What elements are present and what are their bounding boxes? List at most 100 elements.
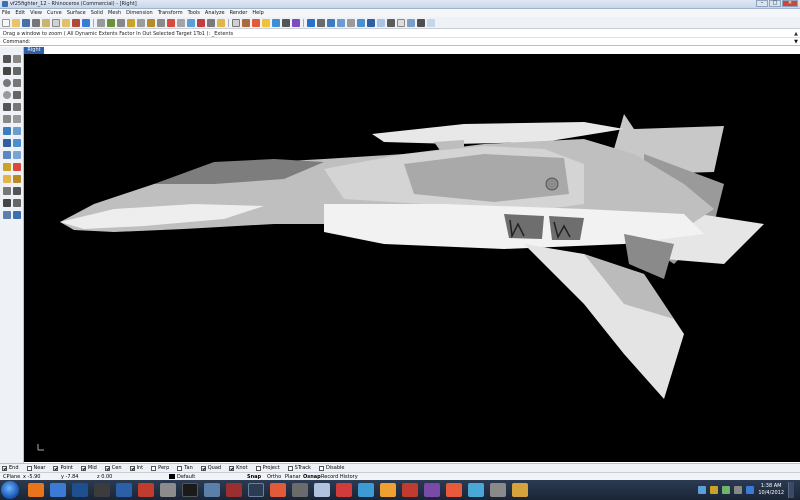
osnap-end[interactable]: End bbox=[2, 465, 19, 471]
osnap-strack[interactable]: STrack bbox=[287, 465, 311, 471]
box-icon[interactable] bbox=[377, 18, 385, 27]
join-icon[interactable] bbox=[13, 175, 21, 183]
photoshop-taskbar-icon[interactable] bbox=[116, 483, 132, 497]
undo-icon[interactable] bbox=[82, 18, 90, 27]
wireframe-view-icon[interactable] bbox=[307, 18, 315, 27]
app9-taskbar-icon[interactable] bbox=[380, 483, 396, 497]
app12-taskbar-icon[interactable] bbox=[446, 483, 462, 497]
set-view-icon[interactable] bbox=[197, 18, 205, 27]
menu-dimension[interactable]: Dimension bbox=[126, 10, 153, 16]
app6-taskbar-icon[interactable] bbox=[314, 483, 330, 497]
tray-app-icon[interactable] bbox=[722, 486, 731, 494]
cut-icon[interactable] bbox=[72, 18, 80, 27]
freeform-icon[interactable] bbox=[3, 115, 11, 123]
properties-icon[interactable] bbox=[242, 18, 250, 27]
show-objects-icon[interactable] bbox=[207, 18, 215, 27]
viewport-tab-right[interactable]: Right bbox=[24, 47, 44, 54]
osnap-disable[interactable]: Disable bbox=[318, 465, 345, 471]
rendered-view-icon[interactable] bbox=[327, 18, 335, 27]
menu-mesh[interactable]: Mesh bbox=[108, 10, 121, 16]
zoom-selected-icon[interactable] bbox=[147, 18, 155, 27]
copy-tool-icon[interactable] bbox=[3, 199, 11, 207]
surface-tools-icon[interactable] bbox=[387, 18, 395, 27]
rectangle-icon[interactable] bbox=[13, 79, 21, 87]
system-clock[interactable]: 1:38 AM 10/4/2012 bbox=[758, 483, 784, 497]
trim-icon[interactable] bbox=[13, 163, 21, 171]
rhino-app-icon[interactable] bbox=[2, 1, 8, 7]
menu-edit[interactable]: Edit bbox=[15, 10, 25, 16]
circle-icon[interactable] bbox=[3, 79, 11, 87]
rotate-icon[interactable] bbox=[13, 199, 21, 207]
boolean-icon[interactable] bbox=[13, 151, 21, 159]
lock-objects-icon[interactable] bbox=[217, 18, 225, 27]
command-dropdown-icon[interactable]: ▼ bbox=[794, 38, 798, 46]
toggle-ortho[interactable]: Ortho bbox=[267, 474, 285, 480]
menu-analyze[interactable]: Analyze bbox=[205, 10, 225, 16]
mesh-icon[interactable] bbox=[3, 151, 11, 159]
command-prompt[interactable]: Command: bbox=[3, 39, 30, 45]
extrude-icon[interactable] bbox=[13, 127, 21, 135]
osnap-disable-checkbox[interactable] bbox=[318, 465, 324, 471]
fillet-icon[interactable] bbox=[3, 163, 11, 171]
light-icon[interactable] bbox=[262, 18, 270, 27]
toggle-osnap[interactable]: Osnap bbox=[303, 474, 321, 480]
solid-box-icon[interactable] bbox=[3, 139, 11, 147]
toggle-record-history[interactable]: Record History bbox=[321, 474, 361, 480]
media-taskbar-icon[interactable] bbox=[72, 483, 88, 497]
mirror-icon[interactable] bbox=[13, 211, 21, 219]
app11-taskbar-icon[interactable] bbox=[424, 483, 440, 497]
zoom-dynamic-icon[interactable] bbox=[117, 18, 125, 27]
osnap-quad[interactable]: Quad bbox=[200, 465, 221, 471]
menu-view[interactable]: View bbox=[30, 10, 42, 16]
osnap-tan-checkbox[interactable] bbox=[177, 465, 183, 471]
menu-help[interactable]: Help bbox=[252, 10, 263, 16]
app10-taskbar-icon[interactable] bbox=[402, 483, 418, 497]
ghosted-view-icon[interactable] bbox=[337, 18, 345, 27]
split-icon[interactable] bbox=[3, 175, 11, 183]
network-icon[interactable] bbox=[698, 486, 707, 494]
zoom-extents-icon[interactable] bbox=[137, 18, 145, 27]
show-desktop-button[interactable] bbox=[788, 482, 794, 498]
import-icon[interactable] bbox=[42, 18, 50, 27]
command-line[interactable]: Command: ▼ bbox=[0, 38, 800, 46]
osnap-perp[interactable]: Perp bbox=[151, 465, 169, 471]
firefox-taskbar-icon[interactable] bbox=[28, 483, 44, 497]
menu-tools[interactable]: Tools bbox=[188, 10, 200, 16]
folder-taskbar-icon[interactable] bbox=[94, 483, 110, 497]
osnap-knot-checkbox[interactable] bbox=[229, 465, 235, 471]
rotate-view-icon[interactable] bbox=[107, 18, 115, 27]
osnap-project[interactable]: Project bbox=[255, 465, 280, 471]
osnap-point[interactable]: Point bbox=[53, 465, 73, 471]
material-icon[interactable] bbox=[272, 18, 280, 27]
copy-icon[interactable] bbox=[52, 18, 60, 27]
arc-icon[interactable] bbox=[3, 91, 11, 99]
osnap-int[interactable]: Int bbox=[129, 465, 143, 471]
zoom-window-icon[interactable] bbox=[127, 18, 135, 27]
app-taskbar-icon[interactable] bbox=[138, 483, 154, 497]
curve-icon[interactable] bbox=[13, 103, 21, 111]
app15-taskbar-icon[interactable] bbox=[512, 483, 528, 497]
app7-taskbar-icon[interactable] bbox=[336, 483, 352, 497]
help-icon[interactable] bbox=[292, 18, 300, 27]
viewport-right[interactable] bbox=[24, 54, 800, 462]
layer-color-swatch[interactable] bbox=[169, 474, 175, 479]
osnap-int-checkbox[interactable] bbox=[129, 465, 135, 471]
menu-solid[interactable]: Solid bbox=[91, 10, 103, 16]
command-taskbar-icon[interactable] bbox=[182, 483, 198, 497]
app14-taskbar-icon[interactable] bbox=[490, 483, 506, 497]
four-view-icon[interactable] bbox=[177, 18, 185, 27]
volume-icon[interactable] bbox=[710, 486, 719, 494]
status-layer[interactable]: Default bbox=[177, 474, 247, 480]
line-icon[interactable] bbox=[13, 67, 21, 75]
explode-icon[interactable] bbox=[3, 187, 11, 195]
point-icon[interactable] bbox=[13, 55, 21, 63]
new-file-icon[interactable] bbox=[2, 18, 10, 27]
osnap-point-checkbox[interactable] bbox=[53, 465, 59, 471]
osnap-mid-checkbox[interactable] bbox=[80, 465, 86, 471]
select-arrow-icon[interactable] bbox=[3, 55, 11, 63]
osnap-cen[interactable]: Cen bbox=[104, 465, 122, 471]
cplane-icon[interactable] bbox=[187, 18, 195, 27]
mesh-tools-icon[interactable] bbox=[397, 18, 405, 27]
osnap-near[interactable]: Near bbox=[26, 465, 45, 471]
menu-render[interactable]: Render bbox=[230, 10, 248, 16]
